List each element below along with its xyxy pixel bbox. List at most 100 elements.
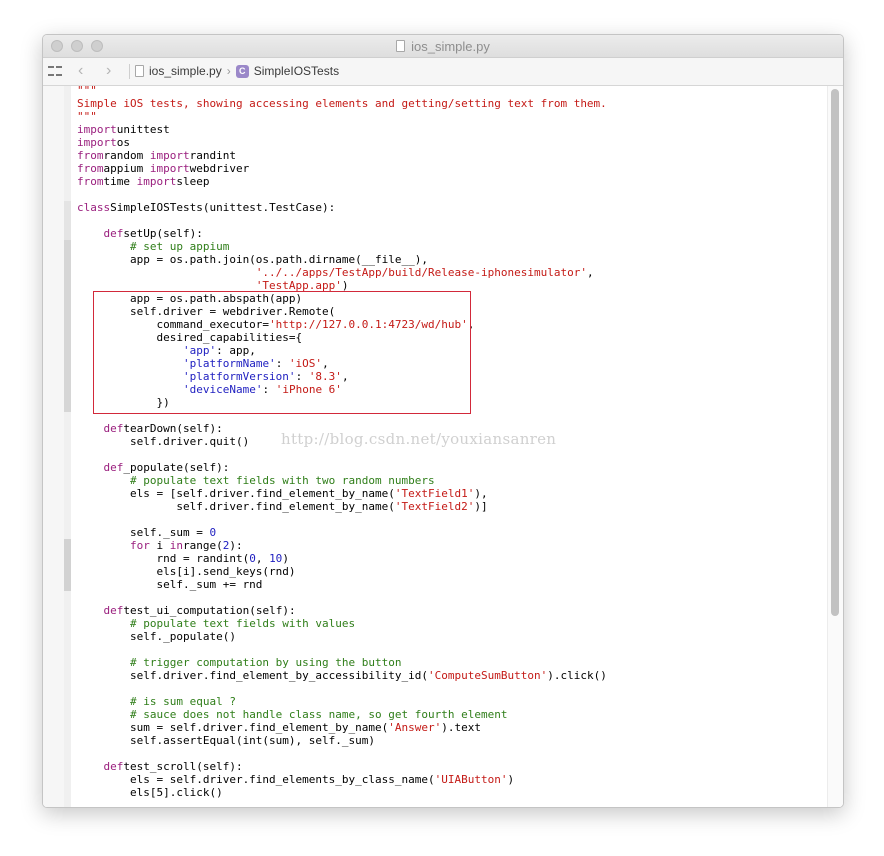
code-token: ), — [474, 487, 488, 500]
window-title: ios_simple.py — [43, 35, 843, 57]
code-token: self._sum += rnd — [77, 578, 263, 591]
code-token: sum = self.driver.find_element_by_name( — [77, 721, 389, 734]
code-token: Simple iOS tests, showing accessing elem… — [77, 97, 607, 110]
code-token: time — [103, 175, 137, 188]
code-line: importunittest — [77, 123, 607, 136]
code-line: # sauce does not handle class name, so g… — [77, 708, 607, 721]
breadcrumb-item-class[interactable]: SimpleIOSTests — [254, 64, 339, 78]
code-token: in — [169, 539, 183, 552]
scrollbar-thumb[interactable] — [831, 89, 839, 616]
code-token: from — [77, 149, 104, 162]
jump-bar-divider — [129, 64, 130, 79]
code-token: # trigger computation by using the butto… — [129, 656, 402, 669]
code-token: """ — [77, 84, 97, 97]
code-token: els = self.driver.find_elements_by_class… — [77, 773, 435, 786]
code-token: '../../apps/TestApp/build/Release-iphone… — [255, 266, 587, 279]
document-icon — [396, 40, 406, 52]
code-token: def — [103, 422, 124, 435]
code-token: # populate text fields with values — [129, 617, 356, 630]
code-line: # populate text fields with two random n… — [77, 474, 607, 487]
code-token: ): — [229, 539, 243, 552]
code-line: fromrandom importrandint — [77, 149, 607, 162]
code-token: SimpleIOSTests(unittest.TestCase): — [110, 201, 336, 214]
code-token: def — [103, 461, 124, 474]
breadcrumb-item-file[interactable]: ios_simple.py — [149, 64, 222, 78]
code-token: 'UIAButton' — [434, 773, 508, 786]
python-file-icon — [135, 65, 144, 77]
code-token: setUp(self): — [123, 227, 203, 240]
code-line: deftest_scroll(self): — [77, 760, 607, 773]
code-folding-ribbon[interactable] — [64, 86, 71, 807]
code-token: 'Answer' — [388, 721, 442, 734]
code-token: randint — [189, 149, 236, 162]
chevron-right-icon: › — [106, 62, 112, 79]
code-line: # populate text fields with values — [77, 617, 607, 630]
code-token: """ — [77, 110, 97, 123]
code-line: self.driver.find_element_by_accessibilit… — [77, 669, 607, 682]
chevron-left-icon: ‹ — [78, 62, 84, 79]
code-token: self.driver.quit() — [77, 435, 250, 448]
line-gutter — [43, 86, 64, 807]
jump-bar: ‹ › ios_simple.py › C SimpleIOSTests — [43, 58, 843, 86]
code-token: self._sum = — [77, 526, 210, 539]
code-line: els = self.driver.find_elements_by_class… — [77, 773, 607, 786]
code-line: """ — [77, 84, 607, 97]
code-token: i — [149, 539, 170, 552]
code-token: , — [255, 552, 270, 565]
code-token: 'TextField1' — [394, 487, 475, 500]
code-token: , — [586, 266, 594, 279]
code-line: '../../apps/TestApp/build/Release-iphone… — [77, 266, 607, 279]
code-line: sum = self.driver.find_element_by_name('… — [77, 721, 607, 734]
code-token: import — [136, 175, 177, 188]
code-token: 0 — [249, 552, 256, 565]
fold-band — [64, 240, 71, 412]
code-token: from — [77, 162, 104, 175]
code-token: ).text — [441, 721, 481, 734]
code-token: sleep — [176, 175, 210, 188]
code-token: range( — [182, 539, 223, 552]
code-token: random — [103, 149, 150, 162]
code-token: rnd = randint( — [77, 552, 250, 565]
code-token: 'ComputeSumButton' — [428, 669, 548, 682]
class-icon: C — [235, 64, 249, 78]
code-line: Simple iOS tests, showing accessing elem… — [77, 97, 607, 110]
code-token: from — [77, 175, 104, 188]
back-button[interactable]: ‹ — [78, 62, 83, 80]
code-token: _populate(self): — [123, 461, 230, 474]
code-token: self.driver.find_element_by_accessibilit… — [77, 669, 428, 682]
watermark: http://blog.csdn.net/youxiansanren — [281, 430, 557, 448]
title-bar: ios_simple.py — [43, 35, 843, 58]
code-line: rnd = randint(0, 10) — [77, 552, 607, 565]
code-line: # set up appium — [77, 240, 607, 253]
forward-button[interactable]: › — [106, 62, 111, 80]
editor-window: ios_simple.py ‹ › ios_simple.py › C Simp… — [42, 34, 844, 808]
code-editor[interactable]: """ Simple iOS tests, showing accessing e… — [43, 84, 843, 807]
code-line: self.assertEqual(int(sum), self._sum) — [77, 734, 607, 747]
code-token: test_scroll(self): — [123, 760, 243, 773]
code-token: # set up appium — [129, 240, 230, 253]
code-line: self._sum += rnd — [77, 578, 607, 591]
code-token: els[i].send_keys(rnd) — [77, 565, 296, 578]
related-items-grid-icon[interactable] — [48, 64, 62, 78]
code-token: self.driver.find_element_by_name( — [77, 500, 395, 513]
highlight-box — [93, 291, 471, 414]
code-line: els[i].send_keys(rnd) — [77, 565, 607, 578]
breadcrumb-separator-icon: › — [226, 64, 231, 78]
code-token: import — [149, 162, 190, 175]
code-line: fromappium importwebdriver — [77, 162, 607, 175]
code-line: importos — [77, 136, 607, 149]
fold-band — [64, 539, 71, 591]
code-line: """ — [77, 110, 607, 123]
code-token: self._populate() — [77, 630, 236, 643]
code-token: )] — [474, 500, 488, 513]
code-token: webdriver — [189, 162, 250, 175]
